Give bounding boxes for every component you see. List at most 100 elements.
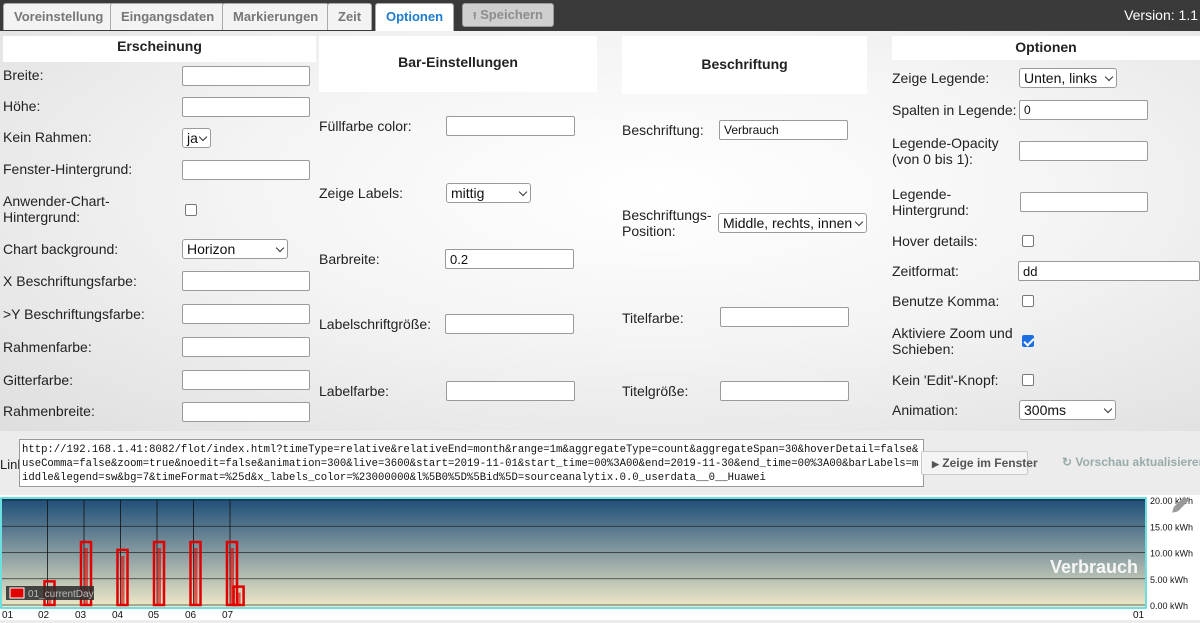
refresh-preview-button[interactable]: ↻ Vorschau aktualisieren: [1062, 451, 1200, 475]
tab-voreinstellung[interactable]: Voreinstellung: [3, 3, 115, 30]
chevron-down-icon: [275, 243, 285, 253]
label-font-size-label: Labelschriftgröße:: [319, 316, 432, 332]
show-in-window-button[interactable]: ▶ Zeige im Fenster: [921, 451, 1038, 475]
chevron-down-icon: [854, 217, 864, 227]
time-format-input[interactable]: [1018, 261, 1200, 281]
user-chart-bg-checkbox[interactable]: [185, 204, 197, 216]
chevron-down-icon: [1104, 72, 1114, 82]
x-tick-label: 06: [185, 610, 197, 620]
legend-bg-label-line2: Hintergrund:: [892, 202, 970, 218]
zoom-label: Aktiviere Zoom und Schieben:: [892, 325, 1013, 357]
legend-bg-input[interactable]: [1020, 192, 1148, 212]
save-button-label: Speichern: [480, 7, 543, 22]
bar-chart: 20.00 kWh15.00 kWh10.00 kWh5.00 kWh0.00 …: [0, 496, 1193, 621]
legend-opacity-label-line1: Legende-Opacity: [892, 135, 999, 151]
top-tab-bar: Voreinstellung Eingangsdaten Markierunge…: [0, 0, 1200, 31]
y-tick-label: 15.00 kWh: [1150, 522, 1193, 532]
play-icon: ▶: [932, 459, 939, 469]
tab-eingangsdaten[interactable]: Eingangsdaten: [110, 3, 226, 30]
show-legend-label: Zeige Legende:: [892, 70, 990, 86]
title-color-label: Titelfarbe:: [622, 310, 684, 326]
url-textarea[interactable]: http://192.168.1.41:8082/flot/index.html…: [19, 439, 924, 487]
zoom-checkbox[interactable]: [1022, 335, 1034, 347]
bar-settings-title: Bar-Einstellungen: [319, 36, 597, 92]
caption-position-select[interactable]: Middle, rechts, innen: [718, 213, 867, 233]
x-tick-label: 05: [148, 610, 160, 620]
y-label-color-input[interactable]: [182, 304, 310, 324]
title-color-input[interactable]: [720, 307, 849, 327]
time-format-label: Zeitformat:: [892, 263, 959, 279]
animation-select[interactable]: 300ms: [1019, 400, 1116, 420]
chart-bg-label: Chart background:: [3, 241, 119, 257]
tab-zeit[interactable]: Zeit: [327, 3, 373, 30]
width-label: Breite:: [3, 67, 44, 83]
tab-optionen[interactable]: Optionen: [375, 3, 455, 31]
x-label-color-input[interactable]: [182, 271, 310, 291]
show-labels-select[interactable]: mittig: [446, 183, 531, 203]
caption-title: Beschriftung: [622, 36, 867, 94]
no-border-value: ja: [187, 130, 198, 146]
legend: 01_currentDay: [6, 586, 94, 600]
version-label: Version: 1.1: [1124, 7, 1198, 23]
width-input[interactable]: [182, 66, 310, 86]
label-color-input[interactable]: [446, 381, 575, 401]
window-bg-label: Fenster-Hintergrund:: [3, 161, 133, 177]
bar-width-label: Barbreite:: [319, 251, 380, 267]
no-edit-label: Kein 'Edit'-Knopf:: [892, 372, 999, 388]
chart-preview: 20.00 kWh 15.00 kWh 10.00 kWh 5.00 kWh 0.00 …: [0, 495, 1200, 621]
chevron-down-icon: [518, 187, 528, 197]
settings-area: Erscheinung Breite: Höhe: Kein Rahmen: j…: [0, 31, 1200, 431]
bar-width-input[interactable]: [445, 249, 574, 269]
border-color-label: Rahmenfarbe:: [3, 339, 92, 355]
border-color-input[interactable]: [182, 337, 310, 357]
refresh-icon: ↻: [1062, 455, 1073, 469]
caption-position-value: Middle, rechts, innen: [723, 215, 853, 231]
border-width-label: Rahmenbreite:: [3, 403, 95, 419]
legend-swatch: [9, 587, 25, 599]
no-edit-checkbox[interactable]: [1022, 374, 1034, 386]
y-tick-label: 5.00 kWh: [1150, 575, 1188, 585]
grid-color-input[interactable]: [182, 370, 310, 390]
y-label-color-label: >Y Beschriftungsfarbe:: [3, 306, 145, 322]
height-label: Höhe:: [3, 98, 41, 114]
title-size-input[interactable]: [720, 381, 849, 401]
legend-bg-label-line1: Legende-: [892, 186, 952, 202]
x-tick-label: 03: [75, 610, 87, 620]
caption-label: Beschriftung:: [622, 122, 704, 138]
fill-color-label: Füllfarbe color:: [319, 118, 412, 134]
x-tick-label: 01: [1133, 610, 1145, 620]
window-bg-input[interactable]: [182, 160, 310, 180]
hover-details-label: Hover details:: [892, 233, 978, 249]
border-width-input[interactable]: [182, 402, 310, 422]
appearance-title: Erscheinung: [3, 36, 316, 62]
y-tick-label: 10.00 kWh: [1150, 549, 1193, 559]
tab-markierungen[interactable]: Markierungen: [222, 3, 330, 30]
legend-opacity-label: Legende-Opacity (von 0 bis 1):: [892, 135, 999, 167]
x-tick-label: 01: [2, 610, 14, 620]
show-in-window-label: Zeige im Fenster: [942, 456, 1038, 470]
fill-color-input[interactable]: [446, 116, 575, 136]
show-legend-value: Unten, links: [1024, 70, 1098, 86]
legend-columns-input[interactable]: [1019, 100, 1148, 120]
refresh-preview-label: Vorschau aktualisieren: [1075, 455, 1200, 469]
chart-caption: Verbrauch: [1050, 557, 1138, 577]
use-comma-checkbox[interactable]: [1022, 295, 1034, 307]
legend-opacity-input[interactable]: [1019, 141, 1148, 161]
caption-input[interactable]: [719, 120, 848, 140]
user-chart-bg-label-line1: Anwender-Chart-: [3, 193, 110, 209]
height-input[interactable]: [182, 97, 310, 117]
label-color-label: Labelfarbe:: [319, 383, 390, 399]
hover-details-checkbox[interactable]: [1022, 235, 1034, 247]
legend-bg-label: Legende- Hintergrund:: [892, 186, 969, 218]
caption-position-label: Beschriftungs- Position:: [622, 207, 711, 239]
plot-area: [2, 499, 1145, 607]
show-legend-select[interactable]: Unten, links: [1019, 68, 1117, 88]
label-font-size-input[interactable]: [445, 314, 574, 334]
no-border-select[interactable]: ja: [182, 128, 211, 148]
no-border-label: Kein Rahmen:: [3, 129, 92, 145]
chart-bg-select[interactable]: Horizon: [182, 239, 288, 259]
x-label-color-label: X Beschriftungsfarbe:: [3, 273, 137, 289]
animation-value: 300ms: [1024, 402, 1067, 418]
chart-bg-value: Horizon: [187, 241, 236, 257]
save-button[interactable]: ⭱ Speichern: [462, 3, 554, 27]
